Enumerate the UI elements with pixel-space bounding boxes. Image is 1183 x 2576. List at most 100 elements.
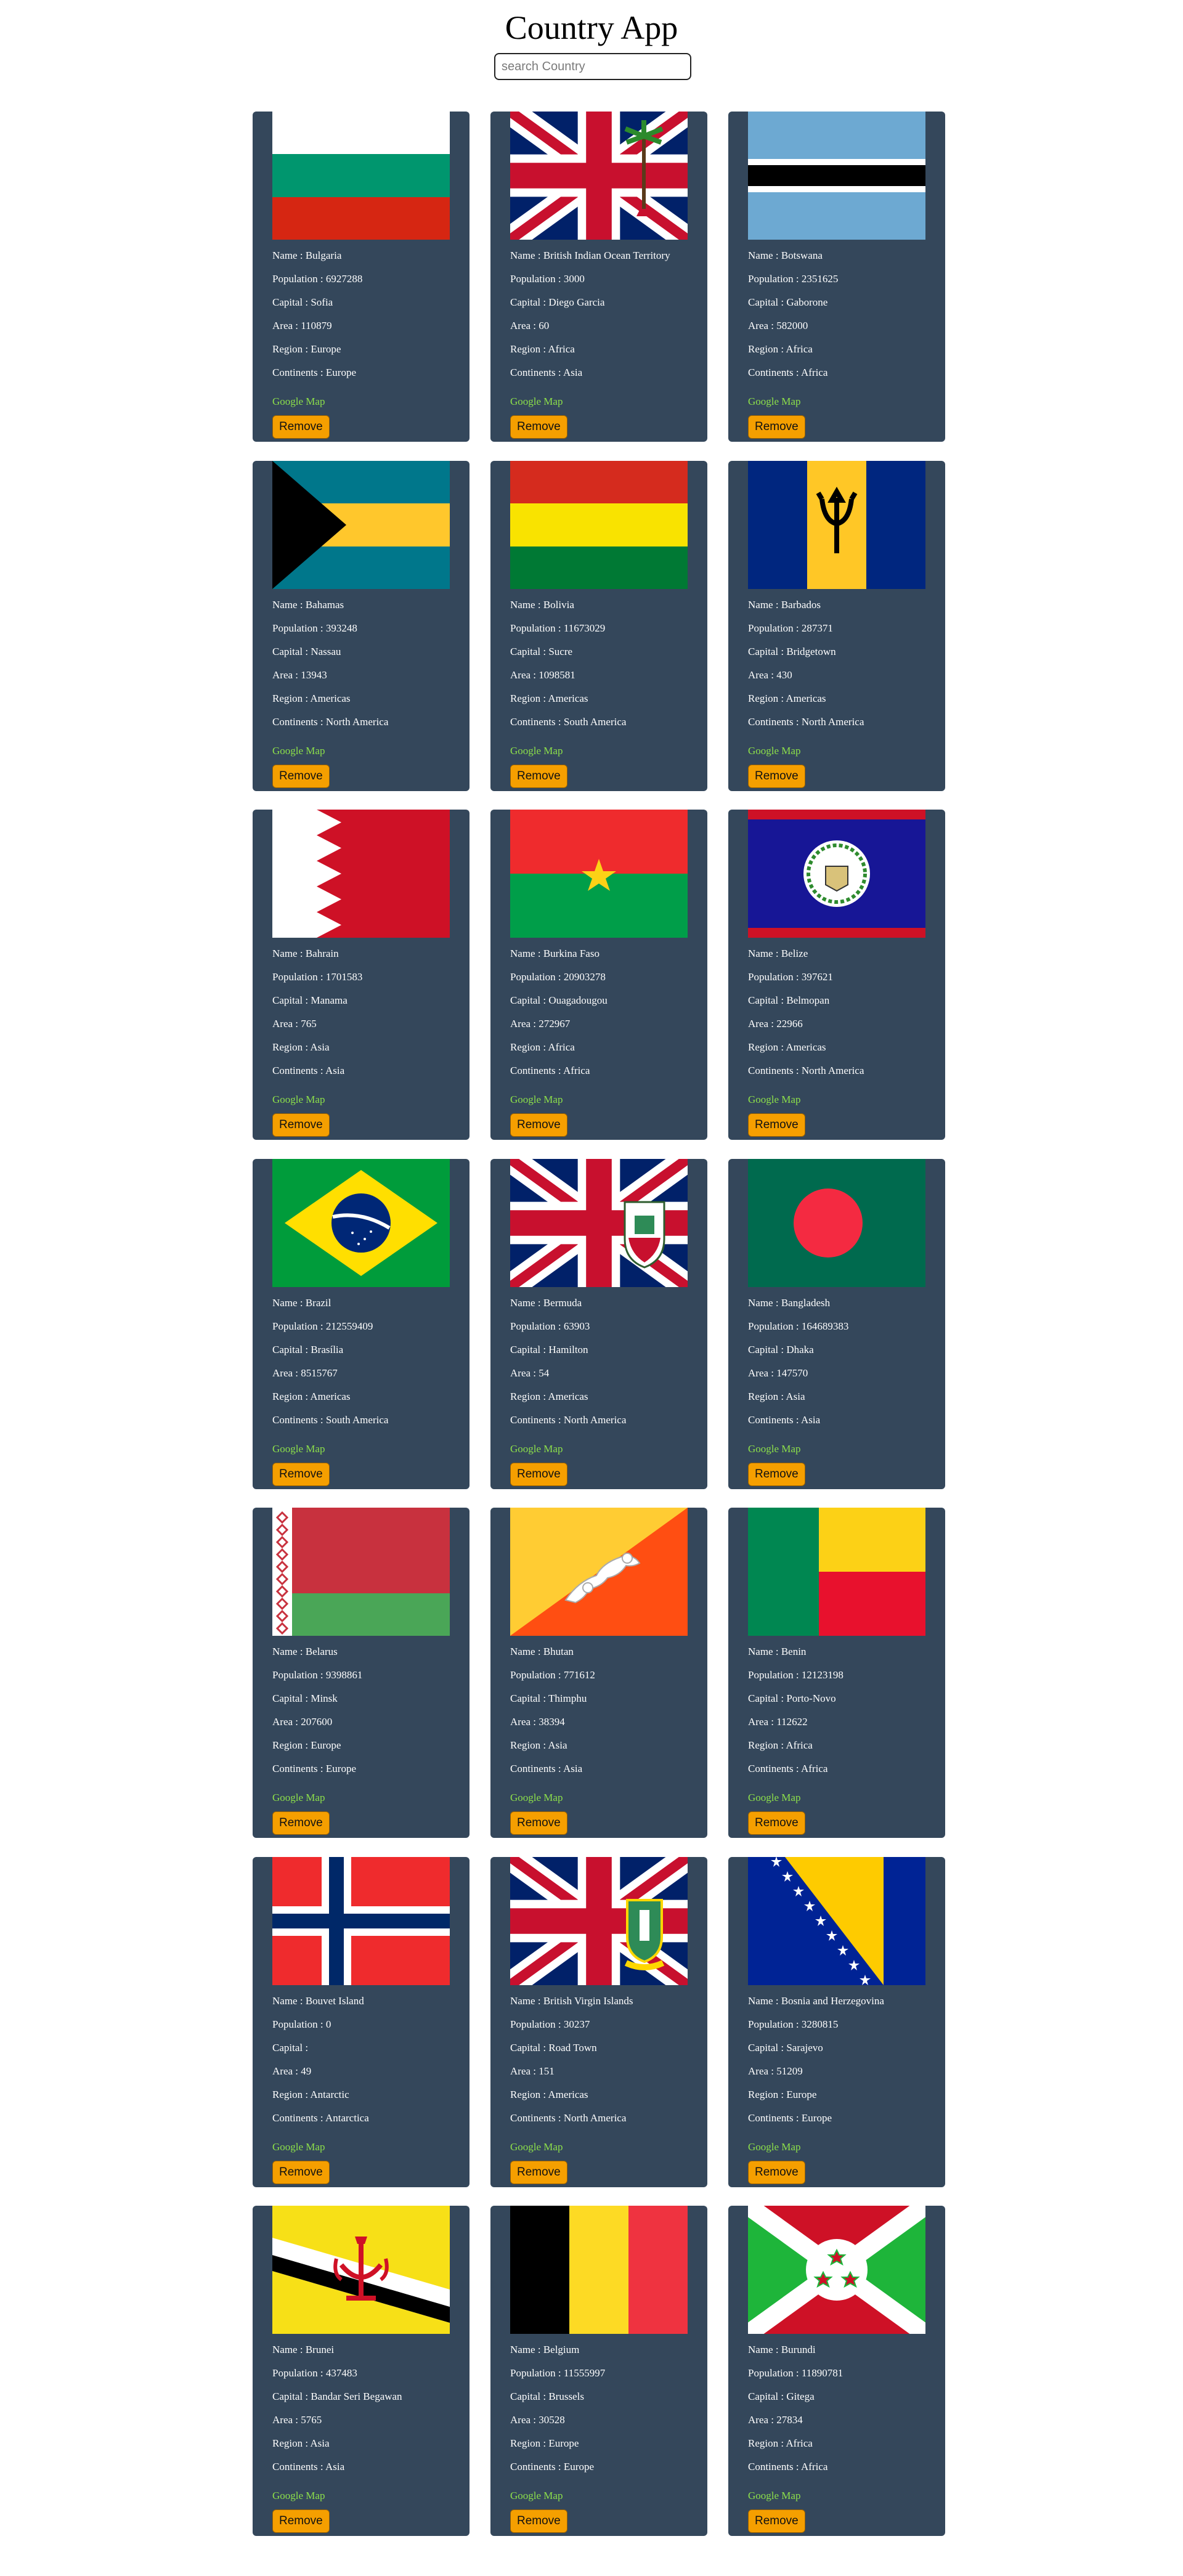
region-label: Region : [510, 1041, 548, 1053]
remove-button[interactable]: Remove [748, 2161, 805, 2184]
google-map-link[interactable]: Google Map [748, 1792, 800, 1804]
population-label: Population : [272, 2018, 326, 2030]
country-card: Name : Bahamas Population : 393248 Capit… [253, 461, 470, 791]
remove-button[interactable]: Remove [510, 415, 567, 439]
remove-button[interactable]: Remove [510, 1113, 567, 1137]
country-capital: Gaborone [786, 296, 828, 308]
region-row: Region : Antarctic [272, 2088, 457, 2111]
remove-button[interactable]: Remove [272, 1811, 330, 1835]
country-name: Bermuda [543, 1297, 582, 1309]
remove-button[interactable]: Remove [748, 2509, 805, 2533]
benin-flag [748, 1508, 925, 1636]
search-input[interactable] [494, 53, 691, 80]
google-map-link[interactable]: Google Map [748, 745, 800, 757]
country-continents: Europe [801, 2112, 832, 2124]
remove-button[interactable]: Remove [272, 2509, 330, 2533]
remove-button[interactable]: Remove [272, 2161, 330, 2184]
remove-button[interactable]: Remove [748, 1113, 805, 1137]
remove-button[interactable]: Remove [748, 1463, 805, 1486]
country-population: 9398861 [325, 1669, 363, 1681]
capital-label: Capital : [272, 2391, 311, 2402]
country-capital: Thimphu [548, 1692, 587, 1704]
capital-label: Capital : [748, 646, 787, 657]
capital-row: Capital : Bandar Seri Begawan [272, 2390, 457, 2413]
continents-label: Continents : [748, 1065, 802, 1076]
google-map-link[interactable]: Google Map [510, 1094, 563, 1106]
remove-button[interactable]: Remove [748, 1811, 805, 1835]
country-population: 11890781 [801, 2367, 844, 2379]
bouvet-island-flag [272, 1857, 450, 1985]
google-map-link[interactable]: Google Map [748, 1094, 800, 1106]
country-capital: Sucre [548, 646, 573, 657]
country-area: 272967 [539, 1018, 571, 1030]
capital-row: Capital : Minsk [272, 1692, 457, 1715]
google-map-link[interactable]: Google Map [272, 1792, 325, 1804]
population-row: Population : 2351625 [748, 272, 933, 296]
population-label: Population : [510, 2018, 564, 2030]
country-info: Name : Brazil Population : 212559409 Cap… [272, 1296, 457, 1437]
name-label: Name : [748, 2344, 781, 2355]
capital-label: Capital : [510, 2391, 549, 2402]
google-map-link[interactable]: Google Map [272, 2141, 325, 2153]
country-region: Asia [310, 1041, 330, 1053]
google-map-link[interactable]: Google Map [272, 1443, 325, 1455]
name-row: Name : Bahrain [272, 947, 457, 970]
google-map-link[interactable]: Google Map [748, 2490, 800, 2502]
continents-row: Continents : Africa [748, 1762, 933, 1786]
area-label: Area : [510, 320, 539, 331]
region-label: Region : [748, 2437, 786, 2449]
google-map-link[interactable]: Google Map [748, 2141, 800, 2153]
region-label: Region : [510, 1739, 548, 1751]
region-label: Region : [272, 1391, 311, 1402]
country-name: Belize [781, 948, 808, 959]
remove-button[interactable]: Remove [272, 765, 330, 788]
capital-row: Capital : Brussels [510, 2390, 695, 2413]
remove-button[interactable]: Remove [510, 1463, 567, 1486]
region-label: Region : [510, 2437, 549, 2449]
remove-button[interactable]: Remove [510, 2161, 567, 2184]
country-region: Americas [310, 1391, 351, 1402]
area-row: Area : 8515767 [272, 1367, 457, 1390]
google-map-link[interactable]: Google Map [510, 2490, 563, 2502]
remove-button[interactable]: Remove [510, 765, 567, 788]
population-row: Population : 11555997 [510, 2367, 695, 2390]
bulgaria-flag [272, 112, 450, 240]
remove-button[interactable]: Remove [272, 1463, 330, 1486]
google-map-link[interactable]: Google Map [748, 1443, 800, 1455]
bhutan-flag [510, 1508, 688, 1636]
population-row: Population : 20903278 [510, 970, 695, 994]
population-label: Population : [272, 273, 326, 285]
google-map-link[interactable]: Google Map [272, 745, 325, 757]
google-map-link[interactable]: Google Map [510, 2141, 563, 2153]
continents-row: Continents : Asia [272, 2460, 457, 2484]
country-population: 397621 [801, 971, 833, 983]
area-label: Area : [510, 2065, 539, 2077]
google-map-link[interactable]: Google Map [272, 1094, 325, 1106]
country-capital: Manama [311, 994, 348, 1006]
google-map-link[interactable]: Google Map [510, 396, 563, 408]
capital-row: Capital : Sucre [510, 645, 695, 668]
remove-button[interactable]: Remove [510, 1811, 567, 1835]
google-map-link[interactable]: Google Map [272, 2490, 325, 2502]
country-area: 38394 [539, 1716, 565, 1728]
country-name: Bahamas [305, 599, 344, 611]
country-info: Name : Barbados Population : 287371 Capi… [748, 598, 933, 739]
google-map-link[interactable]: Google Map [510, 1792, 563, 1804]
population-row: Population : 9398861 [272, 1668, 457, 1692]
country-region: Africa [786, 2437, 813, 2449]
name-row: Name : Brunei [272, 2343, 457, 2367]
remove-button[interactable]: Remove [748, 415, 805, 439]
region-row: Region : Americas [748, 1041, 933, 1064]
remove-button[interactable]: Remove [272, 415, 330, 439]
google-map-link[interactable]: Google Map [272, 396, 325, 408]
capital-row: Capital : Diego Garcia [510, 296, 695, 319]
remove-button[interactable]: Remove [748, 765, 805, 788]
country-info: Name : British Indian Ocean Territory Po… [510, 249, 695, 389]
country-continents: Asia [800, 1414, 821, 1426]
google-map-link[interactable]: Google Map [510, 745, 563, 757]
google-map-link[interactable]: Google Map [748, 396, 800, 408]
remove-button[interactable]: Remove [510, 2509, 567, 2533]
country-card: Name : Burundi Population : 11890781 Cap… [728, 2206, 945, 2536]
remove-button[interactable]: Remove [272, 1113, 330, 1137]
google-map-link[interactable]: Google Map [510, 1443, 563, 1455]
